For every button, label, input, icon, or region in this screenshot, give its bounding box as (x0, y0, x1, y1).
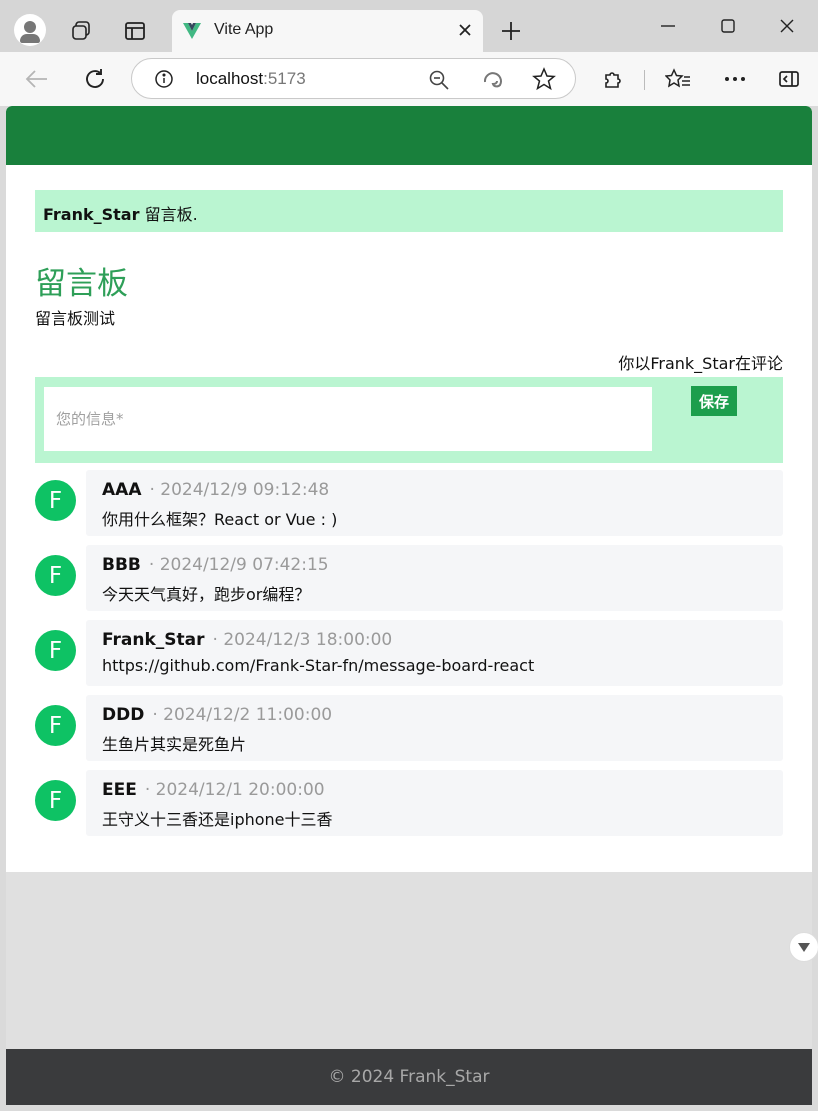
edge-icon[interactable] (481, 68, 505, 92)
comment-bubble: EEE · 2024/12/1 20:00:00 王守义十三香还是iphone十三… (86, 770, 783, 836)
message-form: 保存 (35, 377, 783, 463)
comment-bubble: AAA · 2024/12/9 09:12:48 你用什么框架？React or … (86, 470, 783, 536)
info-icon[interactable] (154, 69, 174, 89)
comment-author-line: BBB · 2024/12/9 07:42:15 (102, 555, 329, 575)
comment-author-line: DDD · 2024/12/2 11:00:00 (102, 705, 332, 725)
comment-bubble: BBB · 2024/12/9 07:42:15 今天天气真好，跑步or编程？ (86, 545, 783, 611)
footer: © 2024 Frank_Star (6, 1049, 812, 1105)
comment-bubble: Frank_Star · 2024/12/3 18:00:00 https://g… (86, 620, 783, 686)
comment-author: EEE (102, 780, 137, 800)
header-bar (6, 106, 812, 165)
page-viewport: Frank_Star 留言板. 留言板 留言板测试 你以Frank_Star在评… (6, 106, 812, 1105)
minimize-icon[interactable] (658, 16, 678, 36)
comment-author-line: Frank_Star · 2024/12/3 18:00:00 (102, 630, 392, 650)
profile-icon[interactable] (14, 14, 46, 46)
window-close-icon[interactable] (777, 16, 797, 36)
maximize-icon[interactable] (718, 16, 738, 36)
plus-icon[interactable] (498, 18, 524, 44)
avatar: F (35, 705, 76, 746)
more-icon[interactable] (722, 66, 748, 92)
comment-author: BBB (102, 555, 141, 575)
comment-content: 今天天气真好，跑步or编程？ (102, 585, 311, 604)
favorites-icon[interactable] (664, 66, 692, 92)
browser-tab[interactable]: Vite App (172, 10, 483, 54)
comment-time: · 2024/12/2 11:00:00 (152, 705, 333, 725)
alert-username: Frank_Star (43, 205, 140, 224)
puzzle-icon[interactable] (600, 66, 626, 92)
comment-content: 你用什么框架？React or Vue : ) (102, 510, 338, 529)
vite-favicon-icon (182, 20, 202, 40)
comment-item: F BBB · 2024/12/9 07:42:15 今天天气真好，跑步or编程？ (35, 545, 783, 620)
tab-title: Vite App (214, 21, 274, 38)
comment-item: F DDD · 2024/12/2 11:00:00 生鱼片其实是死鱼片 (35, 695, 783, 770)
page-subtitle: 留言板测试 (35, 309, 116, 328)
avatar: F (35, 630, 76, 671)
comment-time: · 2024/12/3 18:00:00 (212, 630, 393, 650)
comment-content: https://github.com/Frank-Star-fn/message… (102, 656, 535, 675)
comment-author: AAA (102, 480, 142, 500)
comment-item: F AAA · 2024/12/9 09:12:48 你用什么框架？React o… (35, 470, 783, 545)
comment-author-line: AAA · 2024/12/9 09:12:48 (102, 480, 329, 500)
avatar: F (35, 780, 76, 821)
workspaces-icon[interactable] (68, 18, 94, 44)
zoom-out-icon[interactable] (428, 69, 450, 91)
message-input[interactable] (44, 387, 652, 451)
comment-time: · 2024/12/9 09:12:48 (149, 480, 330, 500)
comment-list: F AAA · 2024/12/9 09:12:48 你用什么框架？React o… (35, 470, 783, 845)
back-arrow-icon[interactable] (22, 66, 52, 92)
comment-content: 生鱼片其实是死鱼片 (102, 735, 247, 754)
main-content: Frank_Star 留言板. 留言板 留言板测试 你以Frank_Star在评… (6, 165, 812, 872)
close-icon[interactable] (457, 22, 473, 38)
reload-icon[interactable] (80, 64, 110, 94)
comment-time: · 2024/12/9 07:42:15 (148, 555, 329, 575)
sidebar-icon[interactable] (776, 66, 802, 92)
comment-as-label: 你以Frank_Star在评论 (618, 354, 783, 373)
comment-author-line: EEE · 2024/12/1 20:00:00 (102, 780, 325, 800)
avatar: F (35, 480, 76, 521)
comment-time: · 2024/12/1 20:00:00 (144, 780, 325, 800)
tab-actions-icon[interactable] (122, 18, 148, 44)
alert-text: 留言板. (139, 205, 198, 224)
comment-bubble: DDD · 2024/12/2 11:00:00 生鱼片其实是死鱼片 (86, 695, 783, 761)
url-text: localhost:5173 (196, 69, 306, 88)
comment-item: F Frank_Star · 2024/12/3 18:00:00 https:/… (35, 620, 783, 695)
toolbar-divider (644, 70, 645, 90)
page-title: 留言板 (35, 266, 128, 302)
save-button[interactable]: 保存 (691, 386, 737, 416)
comment-content: 王守义十三香还是iphone十三香 (102, 810, 333, 829)
welcome-alert: Frank_Star 留言板. (35, 190, 783, 232)
avatar: F (35, 555, 76, 596)
star-icon[interactable] (532, 67, 558, 93)
comment-author: DDD (102, 705, 145, 725)
comment-author: Frank_Star (102, 630, 205, 650)
comment-item: F EEE · 2024/12/1 20:00:00 王守义十三香还是iphone… (35, 770, 783, 845)
chevron-down-icon[interactable] (789, 932, 818, 962)
address-bar[interactable]: localhost:5173 (131, 58, 576, 99)
